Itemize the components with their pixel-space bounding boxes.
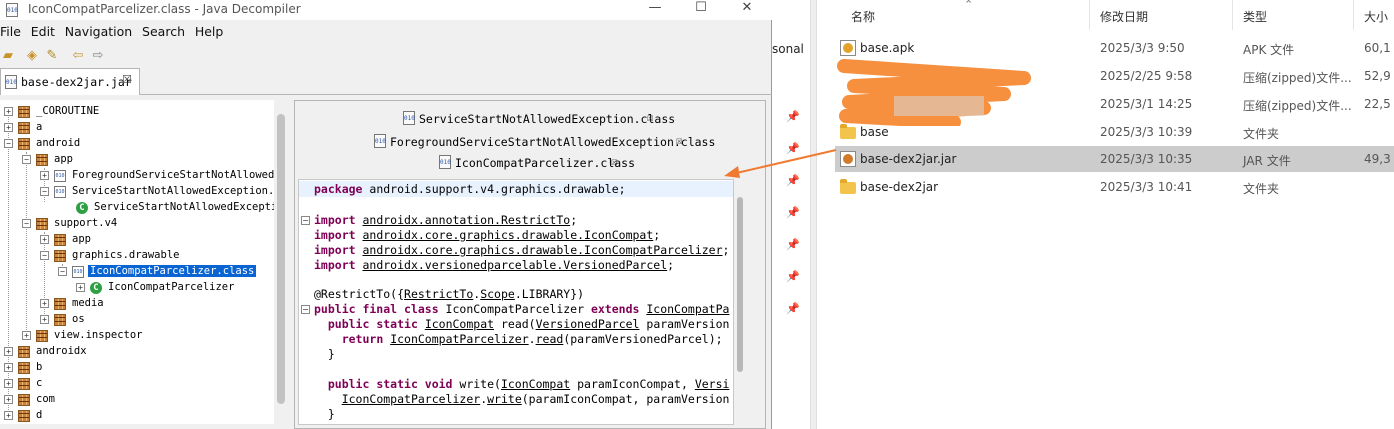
jar-icon: 010 bbox=[5, 75, 17, 89]
file-row-selected[interactable]: base-dex2jar.jar 2025/3/3 10:35 JAR 文件 4… bbox=[835, 146, 1394, 172]
package-icon bbox=[18, 362, 30, 374]
apk-file-icon bbox=[840, 40, 856, 56]
close-tab-icon[interactable]: ☒ bbox=[611, 155, 618, 168]
menu-bar: File Edit Navigation Search Help bbox=[0, 24, 229, 42]
code-scrollbar[interactable] bbox=[735, 179, 747, 425]
close-tab-icon[interactable]: ☒ bbox=[676, 134, 683, 147]
window-title: IconCompatParcelizer.class - Java Decomp… bbox=[28, 2, 301, 16]
back-arrow-icon[interactable]: ⇦ bbox=[70, 48, 86, 64]
code-view[interactable]: package android.support.v4.graphics.draw… bbox=[298, 179, 734, 425]
class-icon: C bbox=[76, 202, 88, 214]
package-icon bbox=[54, 314, 66, 326]
class-file-icon: 010 bbox=[72, 266, 84, 278]
package-icon bbox=[18, 410, 30, 422]
package-icon bbox=[36, 330, 48, 342]
column-type[interactable]: 类型 bbox=[1243, 8, 1267, 25]
package-icon bbox=[36, 218, 48, 230]
close-tab-icon[interactable]: ☒ bbox=[122, 73, 132, 86]
open-type-icon[interactable]: ◈ bbox=[24, 48, 40, 64]
class-file-icon: 010 bbox=[54, 170, 66, 182]
search-icon[interactable]: ✎ bbox=[44, 48, 60, 64]
minimize-button[interactable]: — bbox=[632, 0, 678, 15]
class-file-icon: 010 bbox=[439, 155, 451, 169]
maximize-button[interactable]: ☐ bbox=[678, 0, 724, 15]
package-icon bbox=[18, 394, 30, 406]
class-file-icon: 010 bbox=[403, 111, 415, 125]
package-tree: + _COROUTINE + a − android − app +010 Foregro… bbox=[0, 100, 274, 424]
jar-tab[interactable]: 010 base-dex2jar.jar ☒ bbox=[0, 68, 140, 95]
column-name[interactable]: 名称 bbox=[851, 8, 875, 25]
forward-arrow-icon[interactable]: ⇨ bbox=[90, 48, 106, 64]
fold-toggle[interactable]: − bbox=[301, 216, 310, 225]
column-date[interactable]: 修改日期 bbox=[1100, 8, 1148, 25]
package-icon bbox=[18, 346, 30, 358]
package-icon bbox=[18, 122, 30, 134]
app-icon: 010 bbox=[6, 3, 18, 17]
file-row[interactable]: base-dex2jar 2025/3/3 10:41 文件夹 bbox=[835, 174, 1394, 200]
package-icon bbox=[36, 154, 48, 166]
menu-search[interactable]: Search bbox=[142, 24, 185, 39]
pane-splitter[interactable] bbox=[810, 0, 817, 429]
jar-file-icon bbox=[840, 151, 856, 167]
editor-area: 010 ServiceStartNotAllowedException.clas… bbox=[294, 100, 766, 429]
package-icon bbox=[54, 234, 66, 246]
close-tab-icon[interactable]: ☒ bbox=[647, 111, 654, 124]
class-file-icon: 010 bbox=[374, 134, 386, 148]
jar-tab-strip: 010 base-dex2jar.jar ☒ bbox=[0, 68, 772, 95]
redaction-scribble bbox=[837, 59, 1031, 126]
package-icon bbox=[18, 378, 30, 390]
package-icon bbox=[54, 298, 66, 310]
class-icon: C bbox=[90, 282, 102, 294]
pin-icon[interactable]: 📌 bbox=[786, 142, 800, 155]
pin-icon[interactable]: 📌 bbox=[786, 174, 800, 187]
folder-icon bbox=[840, 179, 856, 194]
fold-toggle[interactable]: − bbox=[301, 305, 310, 314]
pin-icon[interactable]: 📌 bbox=[786, 110, 800, 123]
pin-icon[interactable]: 📌 bbox=[786, 238, 800, 251]
menu-help[interactable]: Help bbox=[195, 24, 224, 39]
pin-icon[interactable]: 📌 bbox=[786, 302, 800, 315]
class-file-icon: 010 bbox=[54, 186, 66, 198]
open-folder-icon[interactable]: ▰ bbox=[0, 48, 16, 64]
nav-pane-text: sonal bbox=[772, 42, 804, 56]
pin-icon[interactable]: 📌 bbox=[786, 206, 800, 219]
menu-navigation[interactable]: Navigation bbox=[65, 24, 132, 39]
column-size[interactable]: 大小 bbox=[1364, 8, 1388, 25]
menu-edit[interactable]: Edit bbox=[31, 24, 55, 39]
package-icon bbox=[54, 250, 66, 262]
column-header: ⌃ 名称 修改日期 类型 大小 bbox=[817, 0, 1394, 30]
title-bar: 010 IconCompatParcelizer.class - Java De… bbox=[0, 0, 772, 20]
tree-scrollbar[interactable] bbox=[274, 100, 288, 424]
close-button[interactable]: ✕ bbox=[724, 0, 770, 15]
java-decompiler-window: 010 IconCompatParcelizer.class - Java De… bbox=[0, 0, 772, 429]
sort-ascending-icon: ⌃ bbox=[964, 0, 974, 11]
package-icon bbox=[18, 138, 30, 150]
menu-file[interactable]: File bbox=[0, 24, 21, 39]
package-icon bbox=[18, 106, 30, 118]
pin-icon[interactable]: 📌 bbox=[786, 270, 800, 283]
folder-icon bbox=[840, 124, 856, 139]
toolbar: ▰ ◈ ✎ ⇦ ⇨ bbox=[0, 45, 772, 67]
